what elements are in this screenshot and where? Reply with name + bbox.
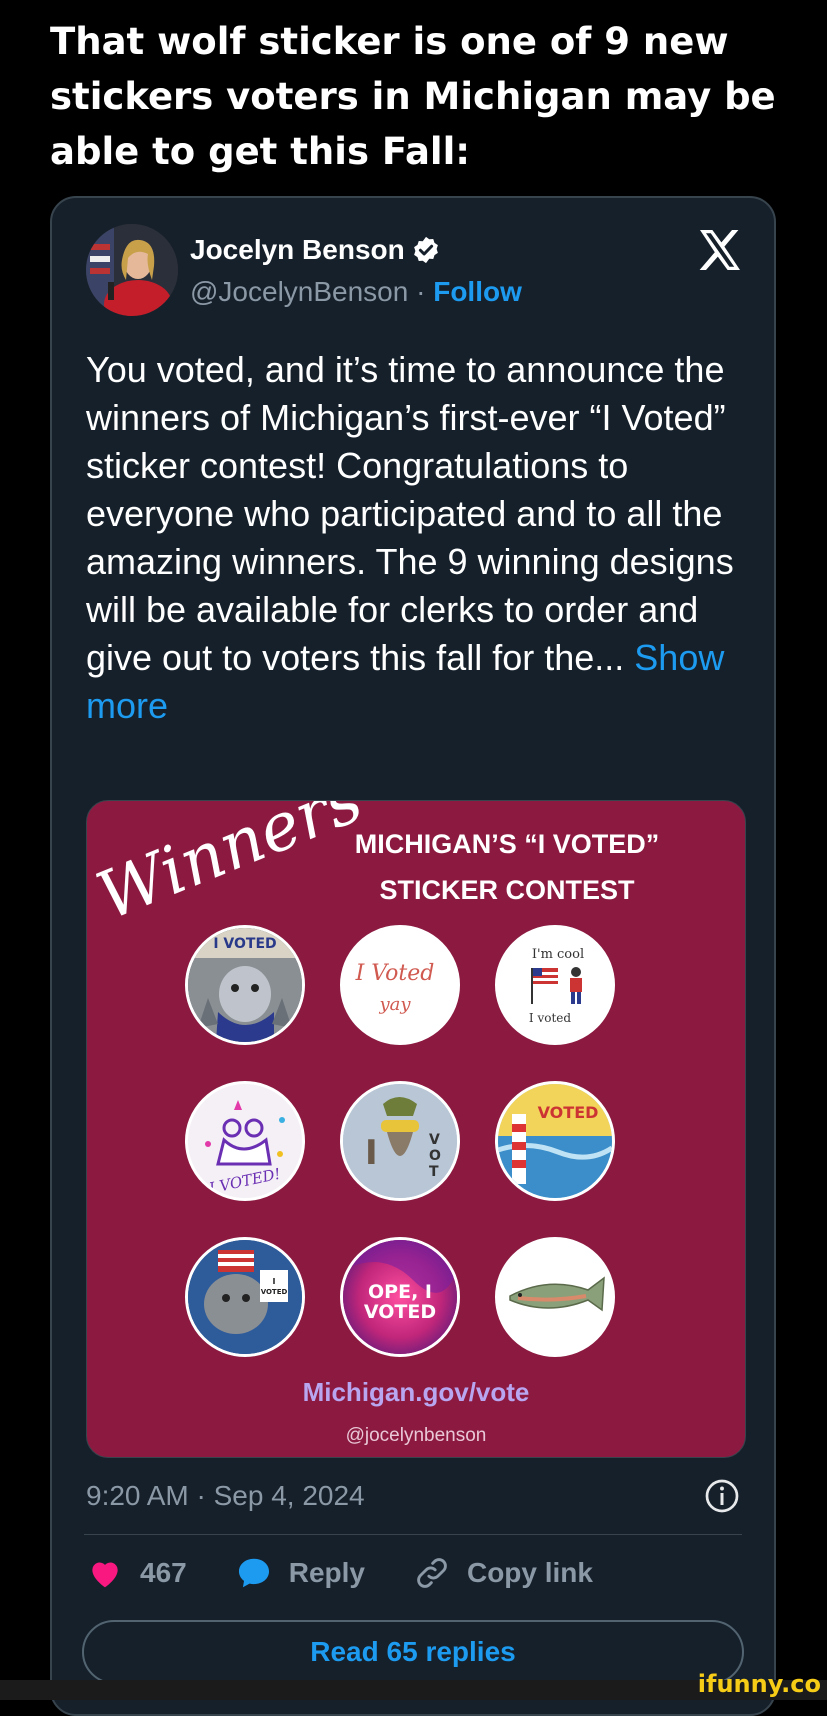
- x-logo-icon[interactable]: [696, 226, 744, 274]
- svg-text:O: O: [429, 1148, 441, 1164]
- svg-text:T: T: [429, 1164, 439, 1180]
- reply-button[interactable]: Reply: [235, 1554, 365, 1592]
- copy-link-label: Copy link: [466, 1557, 593, 1588]
- tweet-timestamp[interactable]: 9:20 AM · Sep 4, 2024: [86, 1480, 365, 1512]
- verified-badge-icon: [413, 236, 438, 264]
- author-meta: @JocelynBenson · Follow: [190, 276, 522, 308]
- tweet-body: You voted, and it’s time to announce the…: [86, 349, 734, 678]
- follow-button[interactable]: Follow: [433, 276, 522, 307]
- sticker-deer-i-vote: I V O T: [340, 1081, 460, 1201]
- contest-title-line2: STICKER CONTEST: [379, 875, 635, 905]
- svg-text:I VOTED!: I VOTED!: [206, 1165, 282, 1198]
- heart-icon: [92, 1562, 118, 1588]
- svg-text:I: I: [273, 1277, 276, 1286]
- tweet-media-image[interactable]: Winners MICHIGAN’S “I VOTED” STICKER CON…: [86, 800, 746, 1458]
- svg-text:OPE, I: OPE, I: [368, 1281, 432, 1303]
- embedded-tweet-card[interactable]: Jocelyn Benson @JocelynBenson · Follow Y…: [50, 196, 776, 1716]
- sticker-i-voted-doodle: I VOTED!: [185, 1081, 305, 1201]
- tweet-text: You voted, and it’s time to announce the…: [86, 346, 746, 730]
- sticker-lighthouse-voted: VOTED: [495, 1081, 615, 1201]
- reply-bubble-icon: [238, 1558, 269, 1588]
- info-icon[interactable]: [704, 1478, 740, 1514]
- sticker-wolf-text: I VOTED: [213, 936, 276, 952]
- author-avatar[interactable]: [86, 224, 178, 316]
- svg-text:I'm cool: I'm cool: [532, 947, 584, 962]
- post-caption: That wolf sticker is one of 9 new sticke…: [50, 20, 776, 173]
- media-url-text: Michigan.gov/vote: [302, 1377, 530, 1407]
- meta-separator: ·: [408, 276, 434, 307]
- sticker-ope-i-voted: OPE, I VOTED: [340, 1237, 460, 1357]
- like-count: 467: [140, 1557, 187, 1588]
- author-handle[interactable]: @JocelynBenson: [190, 276, 408, 307]
- svg-text:yay: yay: [378, 994, 411, 1015]
- author-name-text[interactable]: Jocelyn Benson: [190, 234, 405, 266]
- contest-title: MICHIGAN’S “I VOTED” STICKER CONTEST: [307, 821, 707, 913]
- svg-text:I voted: I voted: [529, 1011, 571, 1025]
- sticker-wolf-voter: I VOTED: [185, 925, 305, 1045]
- sticker-trout: [495, 1237, 615, 1357]
- svg-text:I: I: [365, 1133, 378, 1173]
- like-button[interactable]: 467: [86, 1554, 187, 1592]
- divider: [84, 1534, 742, 1535]
- reply-label: Reply: [288, 1557, 365, 1588]
- sticker-i-voted-yay: I Voted yay: [340, 925, 460, 1045]
- tweet-actions: 467 Reply Copy link: [86, 1554, 641, 1592]
- copy-link-button[interactable]: Copy link: [413, 1554, 593, 1592]
- ifunny-watermark: ifunny.co: [697, 1670, 821, 1698]
- svg-text:VOTED: VOTED: [261, 1288, 288, 1296]
- sticker-cat-i-voted: I VOTED: [185, 1237, 305, 1357]
- author-name[interactable]: Jocelyn Benson: [190, 234, 441, 266]
- contest-title-line1: MICHIGAN’S “I VOTED”: [354, 829, 660, 859]
- svg-text:VOTED: VOTED: [538, 1103, 599, 1122]
- read-replies-button[interactable]: Read 65 replies: [82, 1620, 744, 1684]
- link-icon: [417, 1558, 447, 1588]
- svg-text:V: V: [429, 1132, 440, 1148]
- media-handle-text: @jocelynbenson: [345, 1425, 487, 1446]
- svg-text:VOTED: VOTED: [364, 1301, 436, 1323]
- svg-text:I Voted: I Voted: [355, 961, 435, 986]
- sticker-im-cool-i-voted: I'm cool I voted: [495, 925, 615, 1045]
